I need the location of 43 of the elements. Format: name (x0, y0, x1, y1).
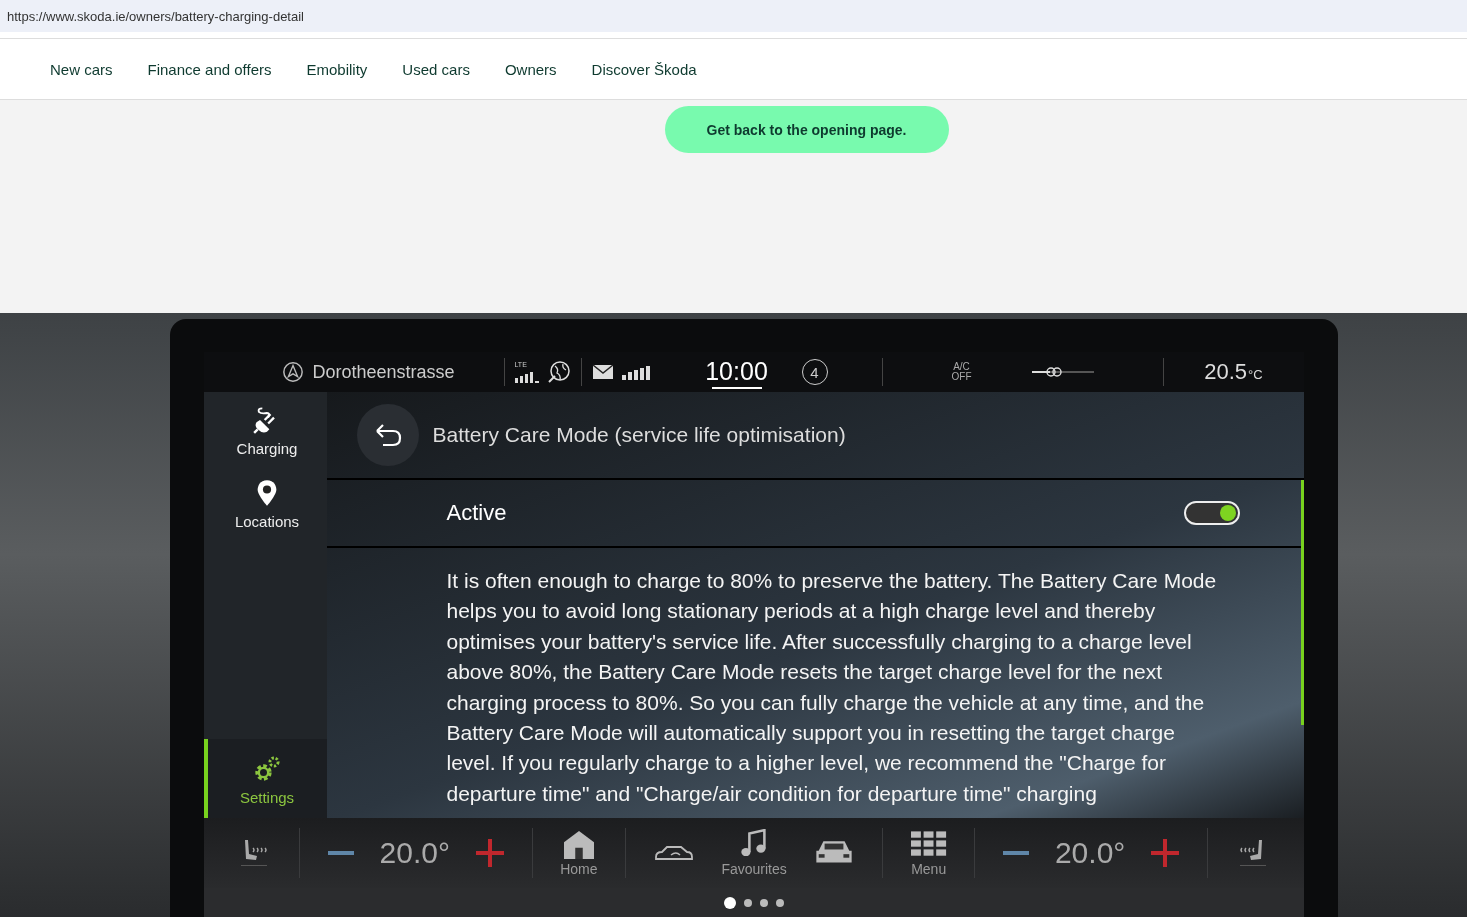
description-text: It is often enough to charge to 80% to preserve the battery. The Battery Care Mode helps you to avoid long stationary periods at a high charge level and thereby optimises your battery's service life. After successfully charging to a charge level above 80%, the Battery Care Mode resets the target charge level for the next charging process to 80%. So you can fully charge the vehicle at any time, and the Battery Care Mode will automatically support you in resetting the target charge level. If you regularly charge to a higher level, we recommend the "Charge for departure time" and "Charge/air condition for departure time" charging (446, 568, 1218, 807)
sidebar-item[interactable]: Settings (203, 739, 327, 818)
grid-icon (910, 829, 947, 859)
temperature-setting: 20.0° (1054, 836, 1126, 870)
toggle-switch[interactable] (1183, 501, 1240, 525)
nav-link[interactable]: Owners (504, 60, 557, 78)
increase-button[interactable] (1151, 839, 1180, 867)
ac-label: A/C (953, 362, 970, 372)
nav-link[interactable]: Used cars (402, 60, 470, 78)
gears-icon (253, 755, 281, 783)
page-dot[interactable] (759, 898, 768, 907)
page-dot[interactable] (743, 898, 752, 907)
clock-time: 10:00 (705, 356, 768, 387)
temperature-setting: 20.0° (379, 836, 450, 870)
temperature-unit: °C (1248, 367, 1263, 382)
mail-icon (591, 364, 614, 380)
ac-status: OFF (951, 372, 972, 382)
signal-icon (514, 369, 539, 383)
setting-row[interactable]: Active (326, 480, 1304, 548)
setting-label: Active (446, 500, 507, 526)
fan-slider-icon (1031, 365, 1094, 379)
signal-icon (621, 364, 652, 380)
outside-temperature: 20.5 (1204, 359, 1248, 385)
sidebar-item[interactable]: Locations (203, 465, 327, 538)
home-button[interactable]: Home (560, 829, 598, 877)
decrease-button[interactable] (327, 851, 354, 855)
nav-link[interactable]: Emobility (306, 60, 368, 78)
page-dot[interactable] (775, 898, 784, 907)
address-url[interactable]: https://www.skoda.ie/owners/battery-charging-detail (7, 8, 304, 24)
globe-icon (546, 360, 571, 384)
sidebar-item[interactable]: Charging (203, 392, 327, 465)
page-dot[interactable] (723, 896, 736, 909)
decrease-button[interactable] (1002, 851, 1029, 855)
navigation-icon (282, 361, 305, 383)
favourites-button[interactable]: Favourites (721, 829, 787, 877)
nav-link[interactable]: Discover Škoda (591, 60, 697, 78)
nav-link[interactable]: Finance and offers (147, 60, 272, 78)
increase-button[interactable] (475, 839, 504, 867)
back-button[interactable]: Get back to the opening page. (664, 106, 949, 153)
nav-link[interactable]: New cars (50, 60, 113, 78)
menu-button[interactable]: Menu (910, 829, 947, 877)
location-text: Dorotheenstrasse (312, 361, 455, 383)
page-title: Battery Care Mode (service life optimisation) (432, 423, 846, 447)
